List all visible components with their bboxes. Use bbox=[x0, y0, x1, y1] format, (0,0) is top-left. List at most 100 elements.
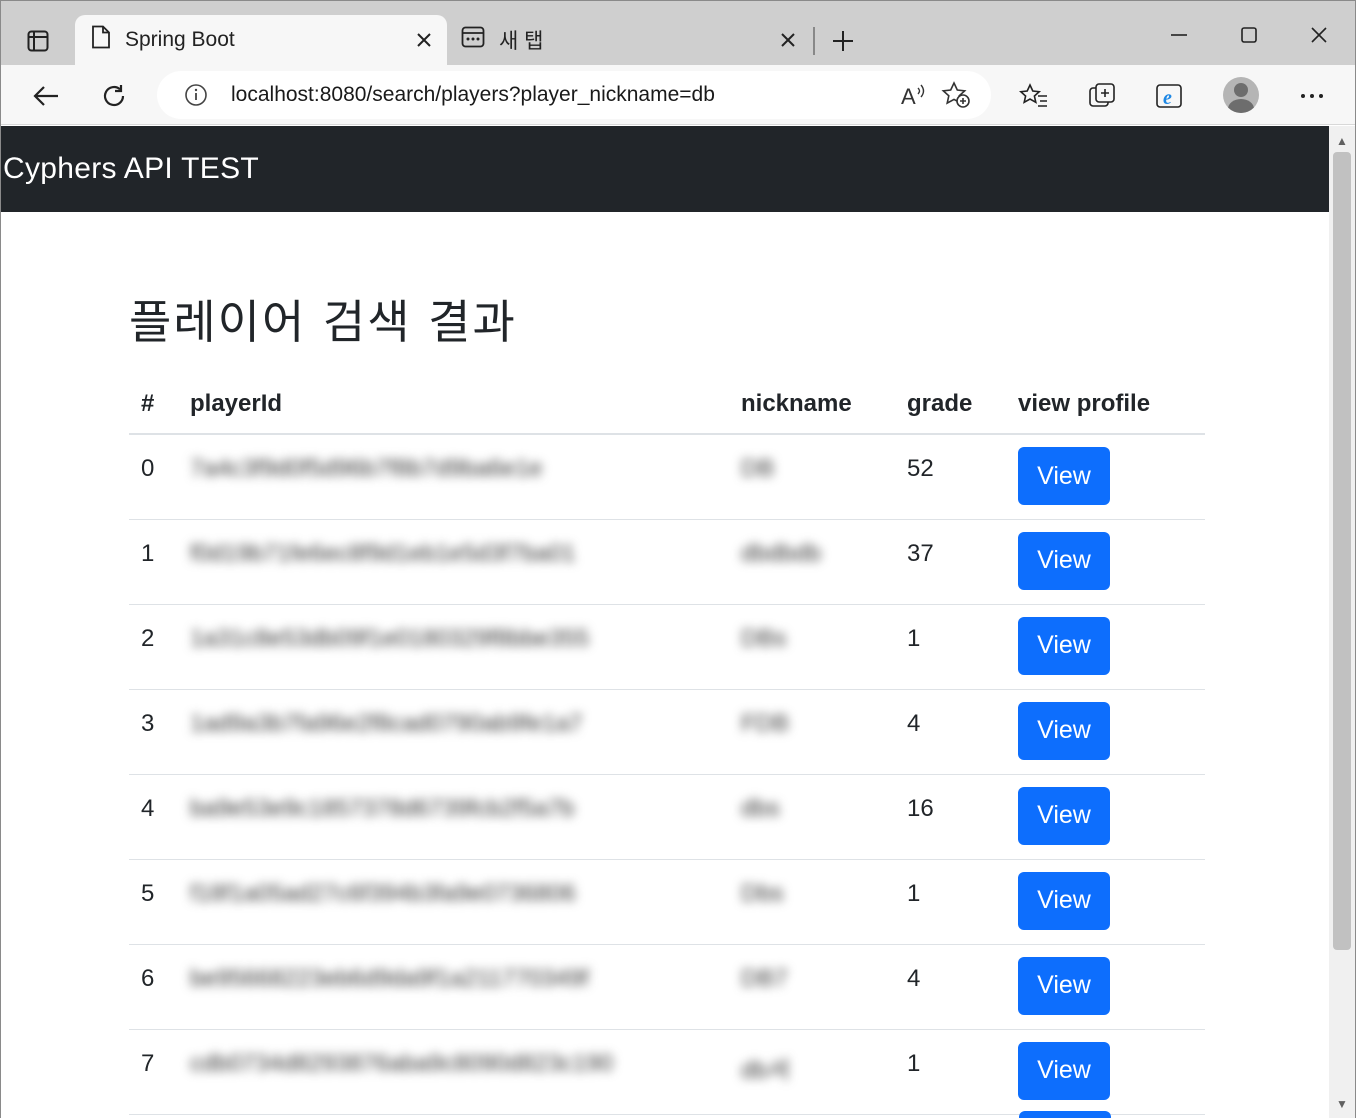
nickname-text: DBs bbox=[741, 624, 787, 652]
row-grade: 37 bbox=[895, 519, 1006, 605]
row-player-id: ba9e53e9c1857378d6739fcb2f5a7b bbox=[178, 774, 729, 860]
minimize-button[interactable] bbox=[1147, 15, 1211, 55]
read-aloud-icon[interactable]: A bbox=[893, 74, 935, 116]
row-nickname: DB7 bbox=[729, 944, 895, 1030]
more-options-icon[interactable] bbox=[1291, 75, 1333, 117]
view-profile-button[interactable]: View bbox=[1018, 1041, 1110, 1100]
row-player-id: 1a31c8e53db09f1e0180329f8bbe355 bbox=[178, 604, 729, 690]
row-grade: 1 bbox=[895, 604, 1006, 690]
internet-explorer-mode-icon[interactable]: e bbox=[1149, 75, 1191, 117]
row-action: View bbox=[1006, 774, 1205, 860]
tab-title: Spring Boot bbox=[125, 28, 235, 51]
view-profile-button[interactable]: View bbox=[1018, 786, 1110, 845]
scrollbar-thumb[interactable] bbox=[1333, 152, 1351, 950]
player-id-text: be95668223eb6d9da9f1a211770349f bbox=[190, 964, 589, 992]
table-row: 3 1ad9a3b7fa96e2f8cad0790ab9fe1a7 FDB 4 … bbox=[129, 689, 1205, 775]
scroll-down-arrow-icon[interactable]: ▼ bbox=[1329, 1093, 1355, 1115]
close-tab-icon[interactable] bbox=[409, 25, 439, 55]
tab-title: 새 탭 bbox=[499, 30, 544, 53]
row-action: View bbox=[1006, 944, 1205, 1030]
row-index: 6 bbox=[129, 944, 178, 1030]
new-tab-button[interactable] bbox=[823, 21, 863, 61]
view-profile-button[interactable]: View bbox=[1018, 531, 1110, 590]
row-grade: 1 bbox=[895, 1029, 1006, 1115]
tab-actions-icon[interactable] bbox=[17, 21, 59, 61]
table-row: 7 cdb0734d8293876aba9c8090d823c190 db셔 1… bbox=[129, 1029, 1205, 1115]
tab-new-tab[interactable]: 새 탭 bbox=[451, 15, 811, 65]
player-id-text: ba9e53e9c1857378d6739fcb2f5a7b bbox=[190, 794, 575, 822]
header-grade: grade bbox=[895, 374, 1006, 435]
table-row: 2 1a31c8e53db09f1e0180329f8bbe355 DBs 1 … bbox=[129, 604, 1205, 690]
refresh-button[interactable] bbox=[93, 75, 135, 117]
row-player-id: 1ad9a3b7fa96e2f8cad0790ab9fe1a7 bbox=[178, 689, 729, 775]
row-nickname: FDB bbox=[729, 689, 895, 775]
nickname-text: DB7 bbox=[741, 964, 788, 992]
view-profile-button[interactable]: View bbox=[1018, 956, 1110, 1015]
document-icon bbox=[91, 25, 111, 55]
add-favorite-icon[interactable] bbox=[935, 74, 977, 116]
info-icon[interactable] bbox=[181, 80, 211, 110]
row-nickname: DBs bbox=[729, 604, 895, 690]
row-action: View bbox=[1006, 859, 1205, 945]
profile-avatar[interactable] bbox=[1223, 77, 1259, 113]
header-player-id: playerId bbox=[178, 374, 729, 435]
row-nickname: db셔 bbox=[729, 1029, 895, 1115]
tab-spring-boot[interactable]: Spring Boot bbox=[75, 15, 447, 65]
row-grade: 16 bbox=[895, 774, 1006, 860]
favorites-icon[interactable] bbox=[1013, 75, 1055, 117]
url-input[interactable] bbox=[231, 83, 893, 107]
close-window-button[interactable] bbox=[1287, 15, 1351, 55]
table-row: 4 ba9e53e9c1857378d6739fcb2f5a7b dbs 16 … bbox=[129, 774, 1205, 860]
page-title: 플레이어 검색 결과 bbox=[129, 295, 517, 349]
player-id-text: 7a4c3f9d0f5d96b7f8b7d9ba6e1e bbox=[190, 455, 543, 482]
collections-icon[interactable] bbox=[1081, 75, 1123, 117]
row-player-id: be95668223eb6d9da9f1a211770349f bbox=[178, 944, 729, 1030]
row-index: 7 bbox=[129, 1029, 178, 1115]
scroll-up-arrow-icon[interactable]: ▲ bbox=[1329, 130, 1355, 152]
table-header-row: # playerId nickname grade view profile bbox=[129, 374, 1205, 435]
table-row: 0 7a4c3f9d0f5d96b7f8b7d9ba6e1e DB 52 Vie… bbox=[129, 434, 1205, 520]
player-id-text: 1ad9a3b7fa96e2f8cad0790ab9fe1a7 bbox=[190, 709, 583, 737]
table-row: 1 f0d19b71fe6ec8f9d1eb1e5d3f7ba01 dbdbdb… bbox=[129, 519, 1205, 605]
navbar-brand[interactable]: Cyphers API TEST bbox=[3, 152, 259, 186]
row-player-id: cdb0734d8293876aba9c8090d823c190 bbox=[178, 1029, 729, 1115]
player-id-text: cdb0734d8293876aba9c8090d823c190 bbox=[190, 1049, 614, 1077]
row-index: 5 bbox=[129, 859, 178, 945]
close-tab-icon[interactable] bbox=[773, 25, 803, 55]
tab-bar: Spring Boot 새 탭 bbox=[1, 1, 1355, 65]
svg-text:A: A bbox=[901, 84, 916, 108]
address-bar[interactable]: A bbox=[157, 71, 991, 119]
view-profile-button-partial[interactable] bbox=[1019, 1111, 1111, 1118]
view-profile-button[interactable]: View bbox=[1018, 701, 1110, 760]
view-profile-button[interactable]: View bbox=[1018, 871, 1110, 930]
row-index: 3 bbox=[129, 689, 178, 775]
back-button[interactable] bbox=[25, 75, 67, 117]
maximize-button[interactable] bbox=[1217, 15, 1281, 55]
row-grade: 52 bbox=[895, 434, 1006, 520]
row-action: View bbox=[1006, 1029, 1205, 1115]
row-nickname: Dbs bbox=[729, 859, 895, 945]
view-profile-button[interactable]: View bbox=[1018, 616, 1110, 675]
nickname-text: db셔 bbox=[741, 1056, 790, 1084]
row-player-id: f18f1a05ad27c6f394b3fa9e0736806 bbox=[178, 859, 729, 945]
main-container: 플레이어 검색 결과 # playerId nickname grade vie… bbox=[129, 286, 1205, 1115]
row-action: View bbox=[1006, 434, 1205, 520]
row-action: View bbox=[1006, 689, 1205, 775]
vertical-scrollbar[interactable]: ▲ ▼ bbox=[1329, 126, 1355, 1118]
row-player-id: f0d19b71fe6ec8f9d1eb1e5d3f7ba01 bbox=[178, 519, 729, 605]
view-profile-button[interactable]: View bbox=[1018, 447, 1110, 505]
row-nickname: dbdbdb bbox=[729, 519, 895, 605]
row-nickname: DB bbox=[729, 434, 895, 520]
nickname-text: Dbs bbox=[741, 879, 784, 907]
row-index: 2 bbox=[129, 604, 178, 690]
page-viewport: Cyphers API TEST 플레이어 검색 결과 # playerId n… bbox=[1, 126, 1329, 1118]
row-player-id: 7a4c3f9d0f5d96b7f8b7d9ba6e1e bbox=[178, 434, 729, 520]
nickname-text: DB bbox=[741, 455, 775, 482]
row-action: View bbox=[1006, 604, 1205, 690]
player-id-text: f0d19b71fe6ec8f9d1eb1e5d3f7ba01 bbox=[190, 539, 576, 567]
browser-toolbar: A e bbox=[1, 65, 1355, 125]
new-tab-page-icon bbox=[461, 26, 485, 54]
header-nickname: nickname bbox=[729, 374, 895, 435]
row-index: 4 bbox=[129, 774, 178, 860]
player-id-text: 1a31c8e53db09f1e0180329f8bbe355 bbox=[190, 624, 590, 652]
